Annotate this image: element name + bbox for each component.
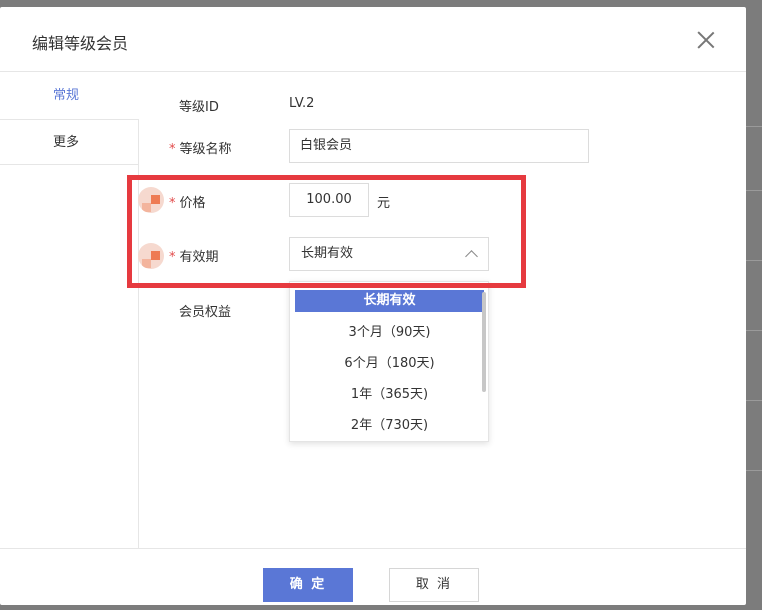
validity-dropdown: 长期有效 3个月（90天) 6个月（180天) 1年（365天) 2年（730天… bbox=[289, 281, 489, 442]
backdrop-divider bbox=[746, 190, 762, 191]
highlight-annotation-box bbox=[127, 175, 526, 288]
cancel-button[interactable]: 取 消 bbox=[389, 568, 479, 602]
backdrop-divider bbox=[746, 330, 762, 331]
dialog-footer: 确 定 取 消 bbox=[0, 548, 746, 605]
dropdown-option[interactable]: 6个月（180天) bbox=[295, 348, 484, 379]
level-name-label-text: 等级名称 bbox=[179, 142, 232, 157]
confirm-button[interactable]: 确 定 bbox=[263, 568, 353, 602]
benefits-label: 会员权益 bbox=[179, 305, 232, 320]
dropdown-option[interactable]: 3个月（90天) bbox=[295, 317, 484, 348]
dropdown-option[interactable]: 1年（365天) bbox=[295, 379, 484, 410]
level-name-label: * 等级名称 bbox=[169, 138, 232, 157]
dialog-header: 编辑等级会员 bbox=[0, 7, 746, 72]
dropdown-option[interactable]: 2年（730天) bbox=[295, 410, 484, 441]
backdrop-divider bbox=[746, 260, 762, 261]
level-id-value: LV.2 bbox=[289, 96, 315, 111]
close-icon[interactable] bbox=[697, 31, 715, 49]
tab-general[interactable]: 常规 bbox=[0, 73, 139, 119]
backdrop-divider bbox=[746, 470, 762, 471]
backdrop-divider bbox=[746, 400, 762, 401]
required-mark: * bbox=[169, 142, 176, 157]
backdrop-divider bbox=[746, 126, 762, 127]
dropdown-scrollbar[interactable] bbox=[482, 292, 486, 392]
tab-more[interactable]: 更多 bbox=[0, 119, 139, 165]
level-id-label: 等级ID bbox=[179, 100, 219, 115]
dialog-title: 编辑等级会员 bbox=[32, 34, 129, 53]
dropdown-option[interactable]: 长期有效 bbox=[295, 290, 484, 312]
level-name-input[interactable]: 白银会员 bbox=[289, 129, 589, 163]
side-tabs: 常规 更多 bbox=[0, 73, 139, 548]
